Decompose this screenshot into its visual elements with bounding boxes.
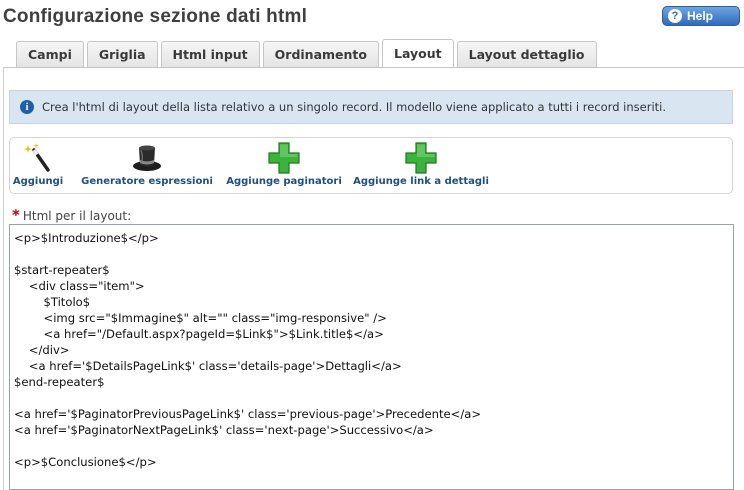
html-layout-label: * Html per il layout: (12, 206, 131, 224)
required-marker: * (12, 206, 20, 224)
tab-ordinamento[interactable]: Ordinamento (262, 41, 379, 67)
aggiunge-paginatori-label: Aggiunge paginatori (226, 176, 342, 187)
aggiungi-button[interactable]: Aggiungi (12, 138, 64, 193)
info-icon: i (20, 100, 34, 114)
info-banner: i Crea l'html di layout della lista rela… (9, 90, 733, 124)
tab-layout[interactable]: Layout (381, 39, 454, 67)
help-label: Help (687, 9, 714, 23)
tab-campi[interactable]: Campi (16, 41, 84, 67)
generatore-espressioni-button[interactable]: Generatore espressioni (80, 138, 214, 193)
green-plus-icon (268, 142, 300, 174)
question-icon: ? (668, 9, 682, 23)
tab-layout-dettaglio[interactable]: Layout dettaglio (456, 41, 597, 67)
magic-hat-icon (133, 145, 161, 171)
aggiunge-link-dettagli-label: Aggiunge link a dettagli (353, 176, 489, 187)
aggiungi-label: Aggiungi (12, 176, 64, 187)
help-button[interactable]: ? Help (662, 6, 740, 26)
page-title: Configurazione sezione dati html (3, 6, 308, 27)
toolbar: Aggiungi Generatore espressioni Aggiunge… (9, 137, 733, 194)
html-layout-editor[interactable]: <p>$Introduzione$</p> $start-repeater$ <… (9, 224, 734, 490)
html-layout-label-text: Html per il layout: (22, 209, 132, 223)
tab-bar: Campi Griglia Html input Ordinamento Lay… (16, 39, 597, 67)
magic-wand-icon (24, 143, 50, 172)
info-text: Crea l'html di layout della lista relati… (42, 100, 666, 114)
aggiunge-link-dettagli-button[interactable]: Aggiunge link a dettagli (353, 138, 489, 193)
tab-griglia[interactable]: Griglia (86, 41, 158, 67)
tab-html-input[interactable]: Html input (160, 41, 260, 67)
green-plus-icon (405, 142, 437, 174)
aggiunge-paginatori-button[interactable]: Aggiunge paginatori (224, 138, 344, 193)
generatore-espressioni-label: Generatore espressioni (81, 176, 213, 187)
